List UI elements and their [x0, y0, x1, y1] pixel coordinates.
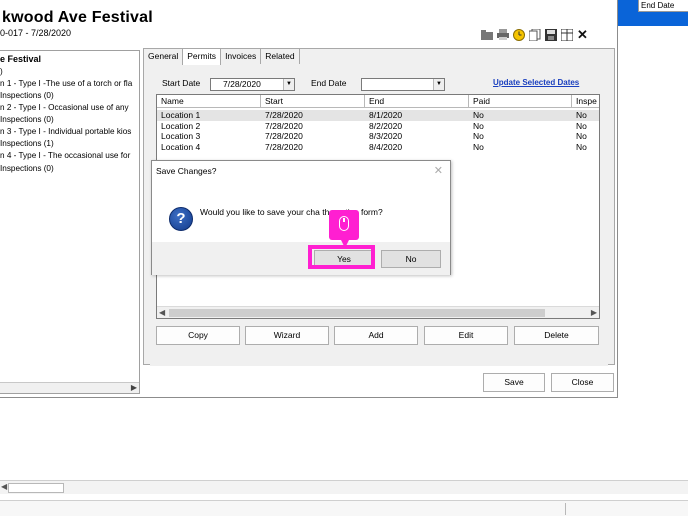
click-highlight — [308, 245, 375, 269]
edit-button[interactable]: Edit — [424, 326, 508, 345]
cell-start: 7/28/2020 — [265, 141, 303, 152]
mouse-click-badge — [329, 210, 359, 248]
tree-item[interactable]: Inspections (0) — [0, 91, 138, 100]
update-selected-dates-link[interactable]: Update Selected Dates — [493, 78, 579, 87]
tree-item[interactable]: Inspections (0) — [0, 115, 138, 124]
scroll-left-arrow-icon[interactable]: ◀ — [159, 307, 165, 318]
column-header-inspections[interactable]: Inspe — [572, 95, 599, 108]
chevron-down-icon[interactable]: ▼ — [433, 79, 444, 90]
background-selected-row — [618, 12, 688, 26]
background-selected-cell — [618, 0, 638, 12]
column-header-start[interactable]: Start — [261, 95, 365, 108]
print-icon[interactable] — [496, 28, 509, 41]
copy-document-icon[interactable] — [528, 28, 541, 41]
end-date-picker[interactable]: ▼ — [361, 78, 445, 91]
page-subtitle: 0-017 - 7/28/2020 — [0, 28, 72, 38]
table-row[interactable]: Location 1 7/28/2020 8/1/2020 No No — [157, 110, 599, 121]
tree-item[interactable]: Inspections (0) — [0, 164, 138, 173]
background-grid-header: End Date — [618, 0, 688, 12]
tree-item[interactable]: Inspections (1) — [0, 139, 138, 148]
tab-general[interactable]: General — [143, 48, 184, 64]
cell-inspections: No — [576, 110, 587, 120]
cell-end: 8/3/2020 — [369, 131, 403, 141]
save-button[interactable]: Save — [483, 373, 545, 392]
cell-name: Location 3 — [161, 131, 201, 141]
delete-button[interactable]: Delete — [514, 326, 599, 345]
start-date-label: Start Date — [162, 78, 201, 88]
tree-item[interactable]: n 3 - Type I - Individual portable kios — [0, 127, 138, 136]
status-bar — [0, 500, 688, 516]
no-button[interactable]: No — [381, 250, 441, 268]
tab-invoices[interactable]: Invoices — [220, 48, 262, 64]
table-row[interactable]: Location 4 7/28/2020 8/4/2020 No No — [157, 141, 599, 153]
folder-icon[interactable] — [480, 28, 493, 41]
cell-name: Location 2 — [161, 120, 201, 131]
tab-strip: General Permits Invoices Related — [143, 48, 300, 65]
background-area — [0, 399, 688, 516]
cell-end: 8/2/2020 — [369, 120, 403, 131]
question-icon: ? — [169, 207, 193, 231]
scroll-right-arrow-icon[interactable]: ▶ — [131, 383, 137, 392]
table-row[interactable]: Location 3 7/28/2020 8/3/2020 No No — [157, 131, 599, 142]
save-icon[interactable] — [544, 28, 557, 41]
grid-horizontal-scrollbar[interactable]: ◀ ▶ — [157, 306, 599, 318]
tree-item[interactable]: n 1 - Type I -The use of a torch or fla — [0, 79, 138, 88]
copy-button[interactable]: Copy — [156, 326, 240, 345]
save-changes-dialog: Save Changes? ✕ ? Would you like to save… — [151, 160, 451, 275]
page-title: kwood Ave Festival — [2, 9, 153, 26]
start-date-value: 7/28/2020 — [223, 79, 261, 89]
dialog-footer: Yes No — [152, 242, 450, 275]
dialog-close-icon[interactable]: ✕ — [434, 164, 443, 177]
scroll-left-arrow-icon[interactable]: ◀ — [1, 482, 7, 491]
tab-permits[interactable]: Permits — [182, 48, 222, 65]
dialog-title: Save Changes? — [156, 166, 217, 176]
cell-start: 7/28/2020 — [265, 120, 303, 131]
tree-horizontal-scrollbar[interactable]: ▶ — [0, 382, 139, 393]
toolbar: ✕ — [480, 27, 589, 42]
close-icon[interactable]: ✕ — [576, 27, 589, 42]
cell-name: Location 4 — [161, 141, 201, 152]
scrollbar-thumb[interactable] — [8, 483, 64, 493]
chevron-down-icon[interactable]: ▼ — [283, 79, 294, 90]
cell-inspections: No — [576, 131, 587, 141]
tree-item[interactable]: n 2 - Type I - Occasional use of any — [0, 103, 138, 112]
grid-header: Name Start End Paid Inspe — [157, 95, 599, 108]
add-button[interactable]: Add — [334, 326, 418, 345]
tree-item[interactable]: ) — [0, 67, 138, 76]
close-button[interactable]: Close — [551, 373, 614, 392]
clock-icon[interactable] — [512, 28, 525, 41]
background-end-date-header: End Date — [638, 0, 688, 12]
column-header-paid[interactable]: Paid — [469, 95, 572, 108]
cell-paid: No — [473, 110, 484, 120]
start-date-picker[interactable]: 7/28/2020 ▼ — [210, 78, 295, 91]
column-header-end[interactable]: End — [365, 95, 469, 108]
tree-item[interactable]: n 4 - Type I - The occasional use for — [0, 151, 138, 160]
cell-name: Location 1 — [161, 110, 201, 120]
scrollbar-thumb[interactable] — [169, 309, 545, 317]
cell-end: 8/4/2020 — [369, 141, 403, 152]
status-bar-segment — [565, 503, 688, 515]
bottom-horizontal-scrollbar[interactable]: ◀ — [0, 480, 688, 494]
tree-item[interactable]: e Festival — [0, 54, 138, 64]
cell-inspections: No — [576, 141, 587, 152]
grid-export-icon[interactable] — [560, 28, 573, 41]
table-row[interactable]: Location 2 7/28/2020 8/2/2020 No No — [157, 120, 599, 132]
event-tree[interactable]: e Festival ) n 1 - Type I -The use of a … — [0, 50, 140, 394]
cell-inspections: No — [576, 120, 587, 131]
cell-paid: No — [473, 120, 484, 131]
cell-start: 7/28/2020 — [265, 110, 303, 120]
column-header-name[interactable]: Name — [157, 95, 261, 108]
mouse-icon — [339, 216, 349, 231]
scroll-right-arrow-icon[interactable]: ▶ — [591, 307, 597, 318]
tab-related[interactable]: Related — [260, 48, 300, 64]
cell-paid: No — [473, 131, 484, 141]
end-date-label: End Date — [311, 78, 347, 88]
cell-paid: No — [473, 141, 484, 152]
cell-start: 7/28/2020 — [265, 131, 303, 141]
cell-end: 8/1/2020 — [369, 110, 403, 120]
wizard-button[interactable]: Wizard — [245, 326, 329, 345]
